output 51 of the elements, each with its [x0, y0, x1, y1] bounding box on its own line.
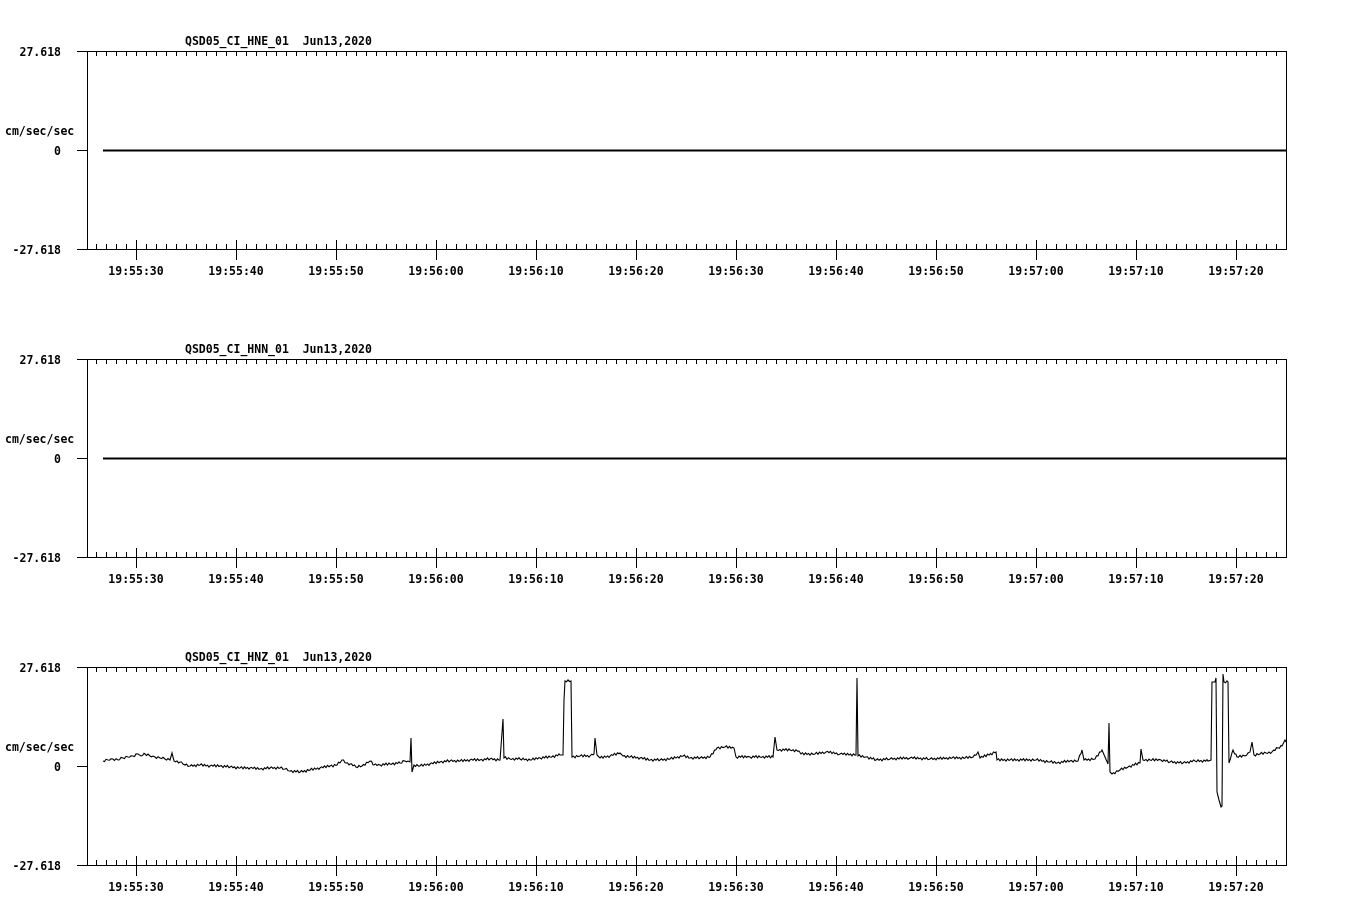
x-tick-label: 19:56:10: [508, 264, 564, 278]
x-tick-label: 19:56:10: [508, 572, 564, 586]
x-tick-label: 19:55:50: [308, 880, 364, 894]
chart-title: QSD05_CI_HNN_01 Jun13,2020: [185, 342, 372, 356]
x-tick-label: 19:57:10: [1108, 572, 1164, 586]
y-tick-label: -27.618: [12, 551, 61, 565]
y-axis-label: cm/sec/sec: [5, 432, 75, 446]
x-tick-label: 19:57:10: [1108, 264, 1164, 278]
x-tick-label: 19:57:00: [1008, 264, 1064, 278]
x-tick-label: 19:56:30: [708, 880, 764, 894]
x-tick-label: 19:55:40: [208, 264, 264, 278]
x-tick-label: 19:57:00: [1008, 880, 1064, 894]
x-tick-label: 19:55:50: [308, 264, 364, 278]
x-tick-label: 19:56:20: [608, 264, 664, 278]
x-tick-label: 19:56:50: [908, 880, 964, 894]
x-tick-label: 19:55:30: [108, 264, 164, 278]
y-tick-label: -27.618: [12, 243, 61, 257]
y-tick-label: 0: [54, 760, 61, 774]
x-tick-label: 19:56:50: [908, 264, 964, 278]
chart-title: QSD05_CI_HNE_01 Jun13,2020: [185, 34, 372, 48]
x-tick-label: 19:56:30: [708, 264, 764, 278]
x-tick-label: 19:57:20: [1208, 572, 1264, 586]
x-tick-label: 19:55:50: [308, 572, 364, 586]
x-tick-label: 19:56:30: [708, 572, 764, 586]
x-tick-label: 19:55:40: [208, 880, 264, 894]
chart-title: QSD05_CI_HNZ_01 Jun13,2020: [185, 650, 372, 664]
x-tick-label: 19:55:30: [108, 880, 164, 894]
x-tick-label: 19:56:40: [808, 572, 864, 586]
x-tick-label: 19:56:10: [508, 880, 564, 894]
x-tick-label: 19:56:00: [408, 572, 464, 586]
x-tick-label: 19:56:50: [908, 572, 964, 586]
x-tick-label: 19:56:00: [408, 880, 464, 894]
x-tick-label: 19:55:40: [208, 572, 264, 586]
x-tick-label: 19:57:10: [1108, 880, 1164, 894]
y-tick-label: -27.618: [12, 859, 61, 873]
x-tick-label: 19:56:40: [808, 880, 864, 894]
y-tick-label: 0: [54, 452, 61, 466]
x-tick-label: 19:56:40: [808, 264, 864, 278]
x-tick-label: 19:55:30: [108, 572, 164, 586]
y-tick-label: 27.618: [19, 353, 61, 367]
x-tick-label: 19:57:00: [1008, 572, 1064, 586]
x-tick-label: 19:56:20: [608, 572, 664, 586]
y-axis-label: cm/sec/sec: [5, 124, 75, 138]
y-tick-label: 27.618: [19, 661, 61, 675]
x-tick-label: 19:57:20: [1208, 264, 1264, 278]
y-tick-label: 0: [54, 144, 61, 158]
y-tick-label: 27.618: [19, 45, 61, 59]
y-axis-label: cm/sec/sec: [5, 740, 75, 754]
x-tick-label: 19:56:20: [608, 880, 664, 894]
x-tick-label: 19:57:20: [1208, 880, 1264, 894]
x-tick-label: 19:56:00: [408, 264, 464, 278]
